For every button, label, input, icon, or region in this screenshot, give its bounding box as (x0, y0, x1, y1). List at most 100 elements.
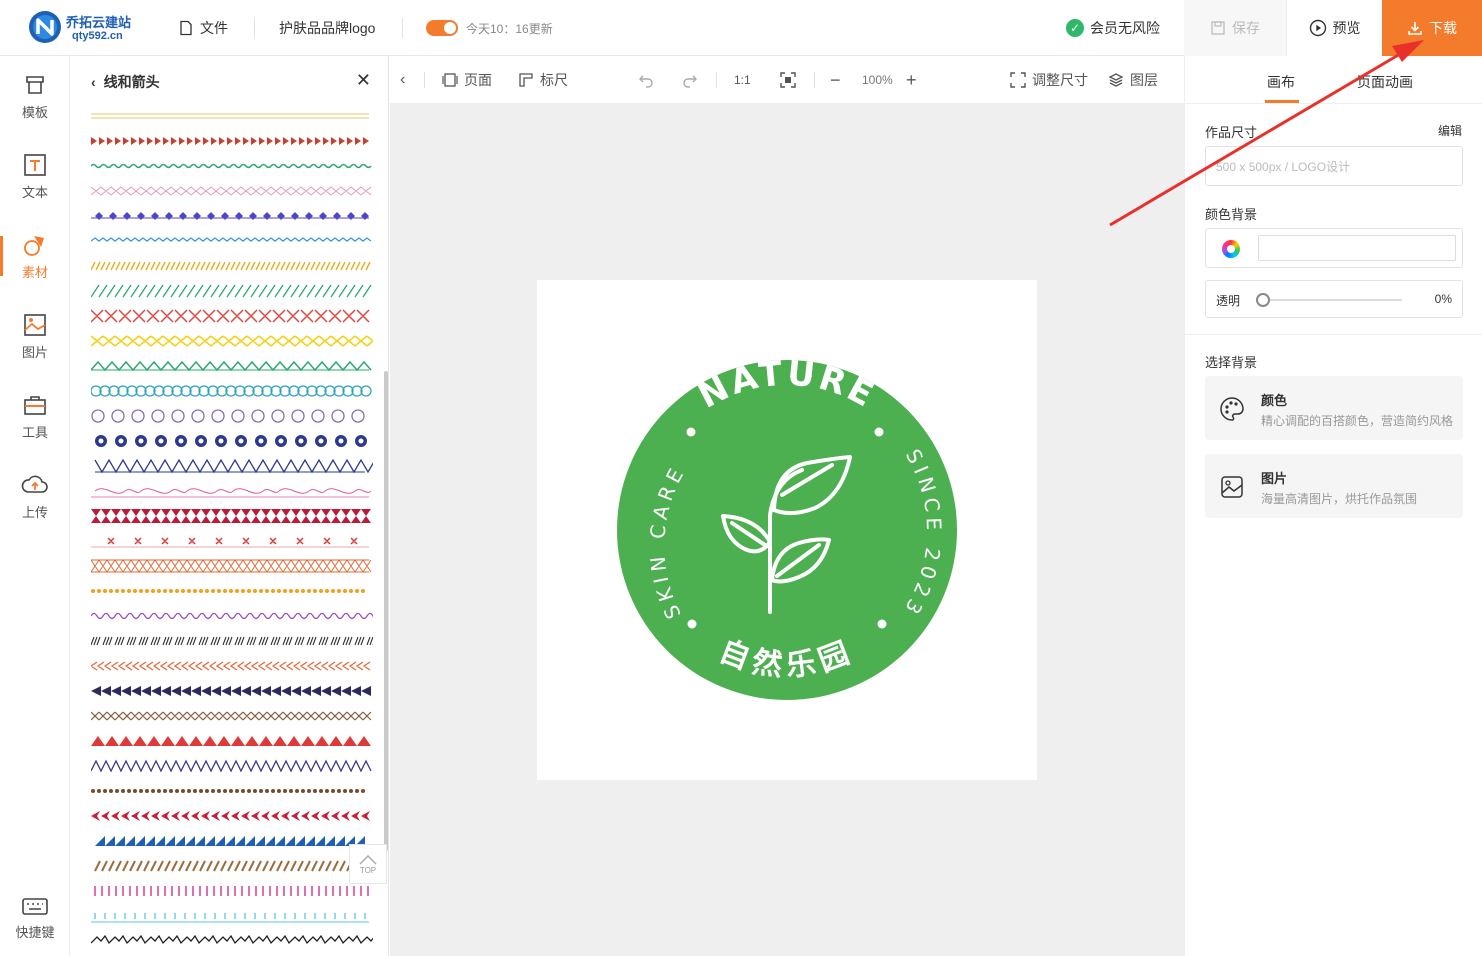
rail-label: 快捷键 (15, 924, 55, 940)
badge-dot (874, 427, 884, 437)
color-input[interactable] (1258, 235, 1456, 261)
chevron-up-icon (359, 854, 377, 865)
tab-canvas[interactable]: 画布 (1265, 72, 1299, 103)
canvas-stage[interactable]: NATURE SKIN CARE SINCE 2023 自然乐园 (390, 104, 1184, 956)
picture-icon (1221, 476, 1243, 498)
tab-page-animation[interactable]: 页面动画 (1357, 72, 1413, 92)
line-style-item[interactable] (91, 137, 369, 145)
redo-icon (683, 75, 697, 88)
line-style-item[interactable] (91, 736, 371, 746)
line-style-item[interactable] (91, 589, 365, 593)
line-style-item[interactable] (91, 163, 372, 169)
redo-button[interactable] (682, 70, 704, 90)
keyboard-icon (22, 897, 48, 915)
panel-header: ‹ 线和箭头 ✕ (71, 56, 388, 104)
canvas-toolbar: ‹ 页面 标尺 1:1 − 100% + 调整尺寸 图层 (390, 56, 1184, 104)
line-style-item[interactable] (94, 860, 373, 872)
canvas-size-field[interactable]: 500 x 500px / LOGO设计 (1205, 146, 1463, 186)
autosave-toggle[interactable]: 今天10：16更新 (426, 18, 553, 38)
rail-item-upload[interactable]: 上传 (0, 464, 70, 528)
line-style-item[interactable] (91, 385, 372, 397)
line-style-item[interactable] (91, 636, 373, 646)
page-icon (442, 73, 458, 87)
scrollbar[interactable] (384, 371, 388, 851)
line-style-item[interactable] (91, 186, 372, 196)
line-style-item[interactable] (91, 237, 372, 242)
zoom-in-button[interactable]: + (906, 70, 917, 90)
panel-back-button[interactable]: ‹ 线和箭头 (91, 72, 160, 92)
plus-icon: + (906, 69, 917, 90)
line-style-item[interactable] (91, 711, 372, 721)
rail-item-image[interactable]: 图片 (0, 304, 70, 368)
color-wheel-icon[interactable] (1222, 240, 1240, 258)
resize-button[interactable]: 调整尺寸 (1010, 70, 1088, 90)
rail-label: 文本 (21, 184, 48, 200)
rail-item-material[interactable]: 素材 (0, 224, 70, 288)
line-style-item[interactable] (91, 934, 373, 945)
edit-size-link[interactable]: 编辑 (1438, 122, 1462, 139)
rail-item-shortcuts[interactable]: 快捷键 (0, 886, 70, 950)
save-button[interactable]: 保存 (1184, 0, 1286, 56)
line-style-item[interactable] (91, 537, 369, 548)
zoom-out-button[interactable]: − (830, 70, 841, 90)
bg-option-color[interactable]: 颜色 精心调配的百搭颜色，营造简约风格 (1205, 376, 1463, 440)
member-badge[interactable]: ✓ 会员无风险 (1066, 18, 1160, 38)
opacity-label: 透明 (1216, 294, 1241, 308)
ruler-button[interactable]: 标尺 (518, 70, 568, 90)
line-style-item[interactable] (94, 886, 369, 896)
collapse-panel-button[interactable]: ‹ (400, 70, 405, 90)
top-bar: 乔拓云建站 qty592.cn 文件 护肤品品牌logo 今天10：16更新 ✓… (0, 0, 1482, 56)
rail-item-text[interactable]: 文本 (0, 144, 70, 208)
line-style-item[interactable] (91, 309, 370, 323)
bg-option-picture[interactable]: 图片 海量高清图片，烘托作品氛围 (1205, 454, 1463, 518)
line-style-item[interactable] (91, 488, 372, 498)
line-style-item[interactable] (91, 811, 370, 821)
save-label: 保存 (1232, 20, 1260, 36)
undo-icon (639, 75, 653, 88)
line-style-item[interactable] (91, 686, 371, 696)
line-style-item[interactable] (91, 913, 369, 923)
divider (1185, 334, 1482, 335)
layers-button[interactable]: 图层 (1108, 70, 1158, 90)
line-style-item[interactable] (91, 212, 369, 220)
line-style-item[interactable] (91, 661, 371, 671)
preview-button[interactable]: 预览 (1286, 0, 1382, 56)
toggle-switch[interactable] (426, 20, 458, 36)
text-icon (24, 153, 46, 176)
fit-screen-icon (780, 72, 796, 88)
line-style-item[interactable] (94, 458, 373, 474)
line-style-item[interactable] (91, 789, 365, 793)
artboard[interactable]: NATURE SKIN CARE SINCE 2023 自然乐园 (537, 280, 1037, 780)
undo-button[interactable] (638, 70, 660, 90)
download-button[interactable]: 下载 (1382, 0, 1482, 56)
line-style-item[interactable] (91, 509, 371, 523)
opacity-slider-track[interactable] (1262, 299, 1402, 301)
line-style-item[interactable] (95, 836, 365, 846)
size-label: 作品尺寸 (1205, 125, 1258, 140)
chevron-left-icon: ‹ (400, 71, 406, 88)
line-style-item[interactable] (91, 612, 373, 620)
ratio-button[interactable]: 1:1 (734, 70, 751, 90)
line-style-item[interactable] (91, 360, 372, 372)
nature-logo-artwork[interactable]: NATURE SKIN CARE SINCE 2023 自然乐园 (537, 280, 1037, 780)
line-style-item[interactable] (91, 559, 372, 573)
line-style-item[interactable] (91, 284, 372, 298)
line-style-item[interactable] (91, 335, 373, 347)
page-button[interactable]: 页面 (442, 70, 492, 90)
fit-screen-button[interactable] (780, 70, 802, 90)
opacity-slider-handle[interactable] (1256, 293, 1270, 307)
line-style-item[interactable] (95, 435, 367, 447)
divider (716, 72, 717, 88)
line-style-item[interactable] (91, 409, 365, 423)
rail-item-tools[interactable]: 工具 (0, 384, 70, 448)
opacity-value: 0% (1434, 292, 1452, 306)
site-logo[interactable]: 乔拓云建站 qty592.cn (28, 8, 148, 48)
document-title[interactable]: 护肤品品牌logo (279, 18, 375, 38)
rail-item-template[interactable]: 模板 (0, 64, 70, 128)
line-style-item[interactable] (91, 759, 372, 773)
back-to-top-button[interactable]: TOP (349, 844, 387, 884)
file-menu[interactable]: 文件 (178, 18, 228, 38)
line-style-item[interactable] (91, 113, 369, 119)
close-icon[interactable]: ✕ (356, 70, 371, 91)
line-style-item[interactable] (91, 261, 371, 271)
